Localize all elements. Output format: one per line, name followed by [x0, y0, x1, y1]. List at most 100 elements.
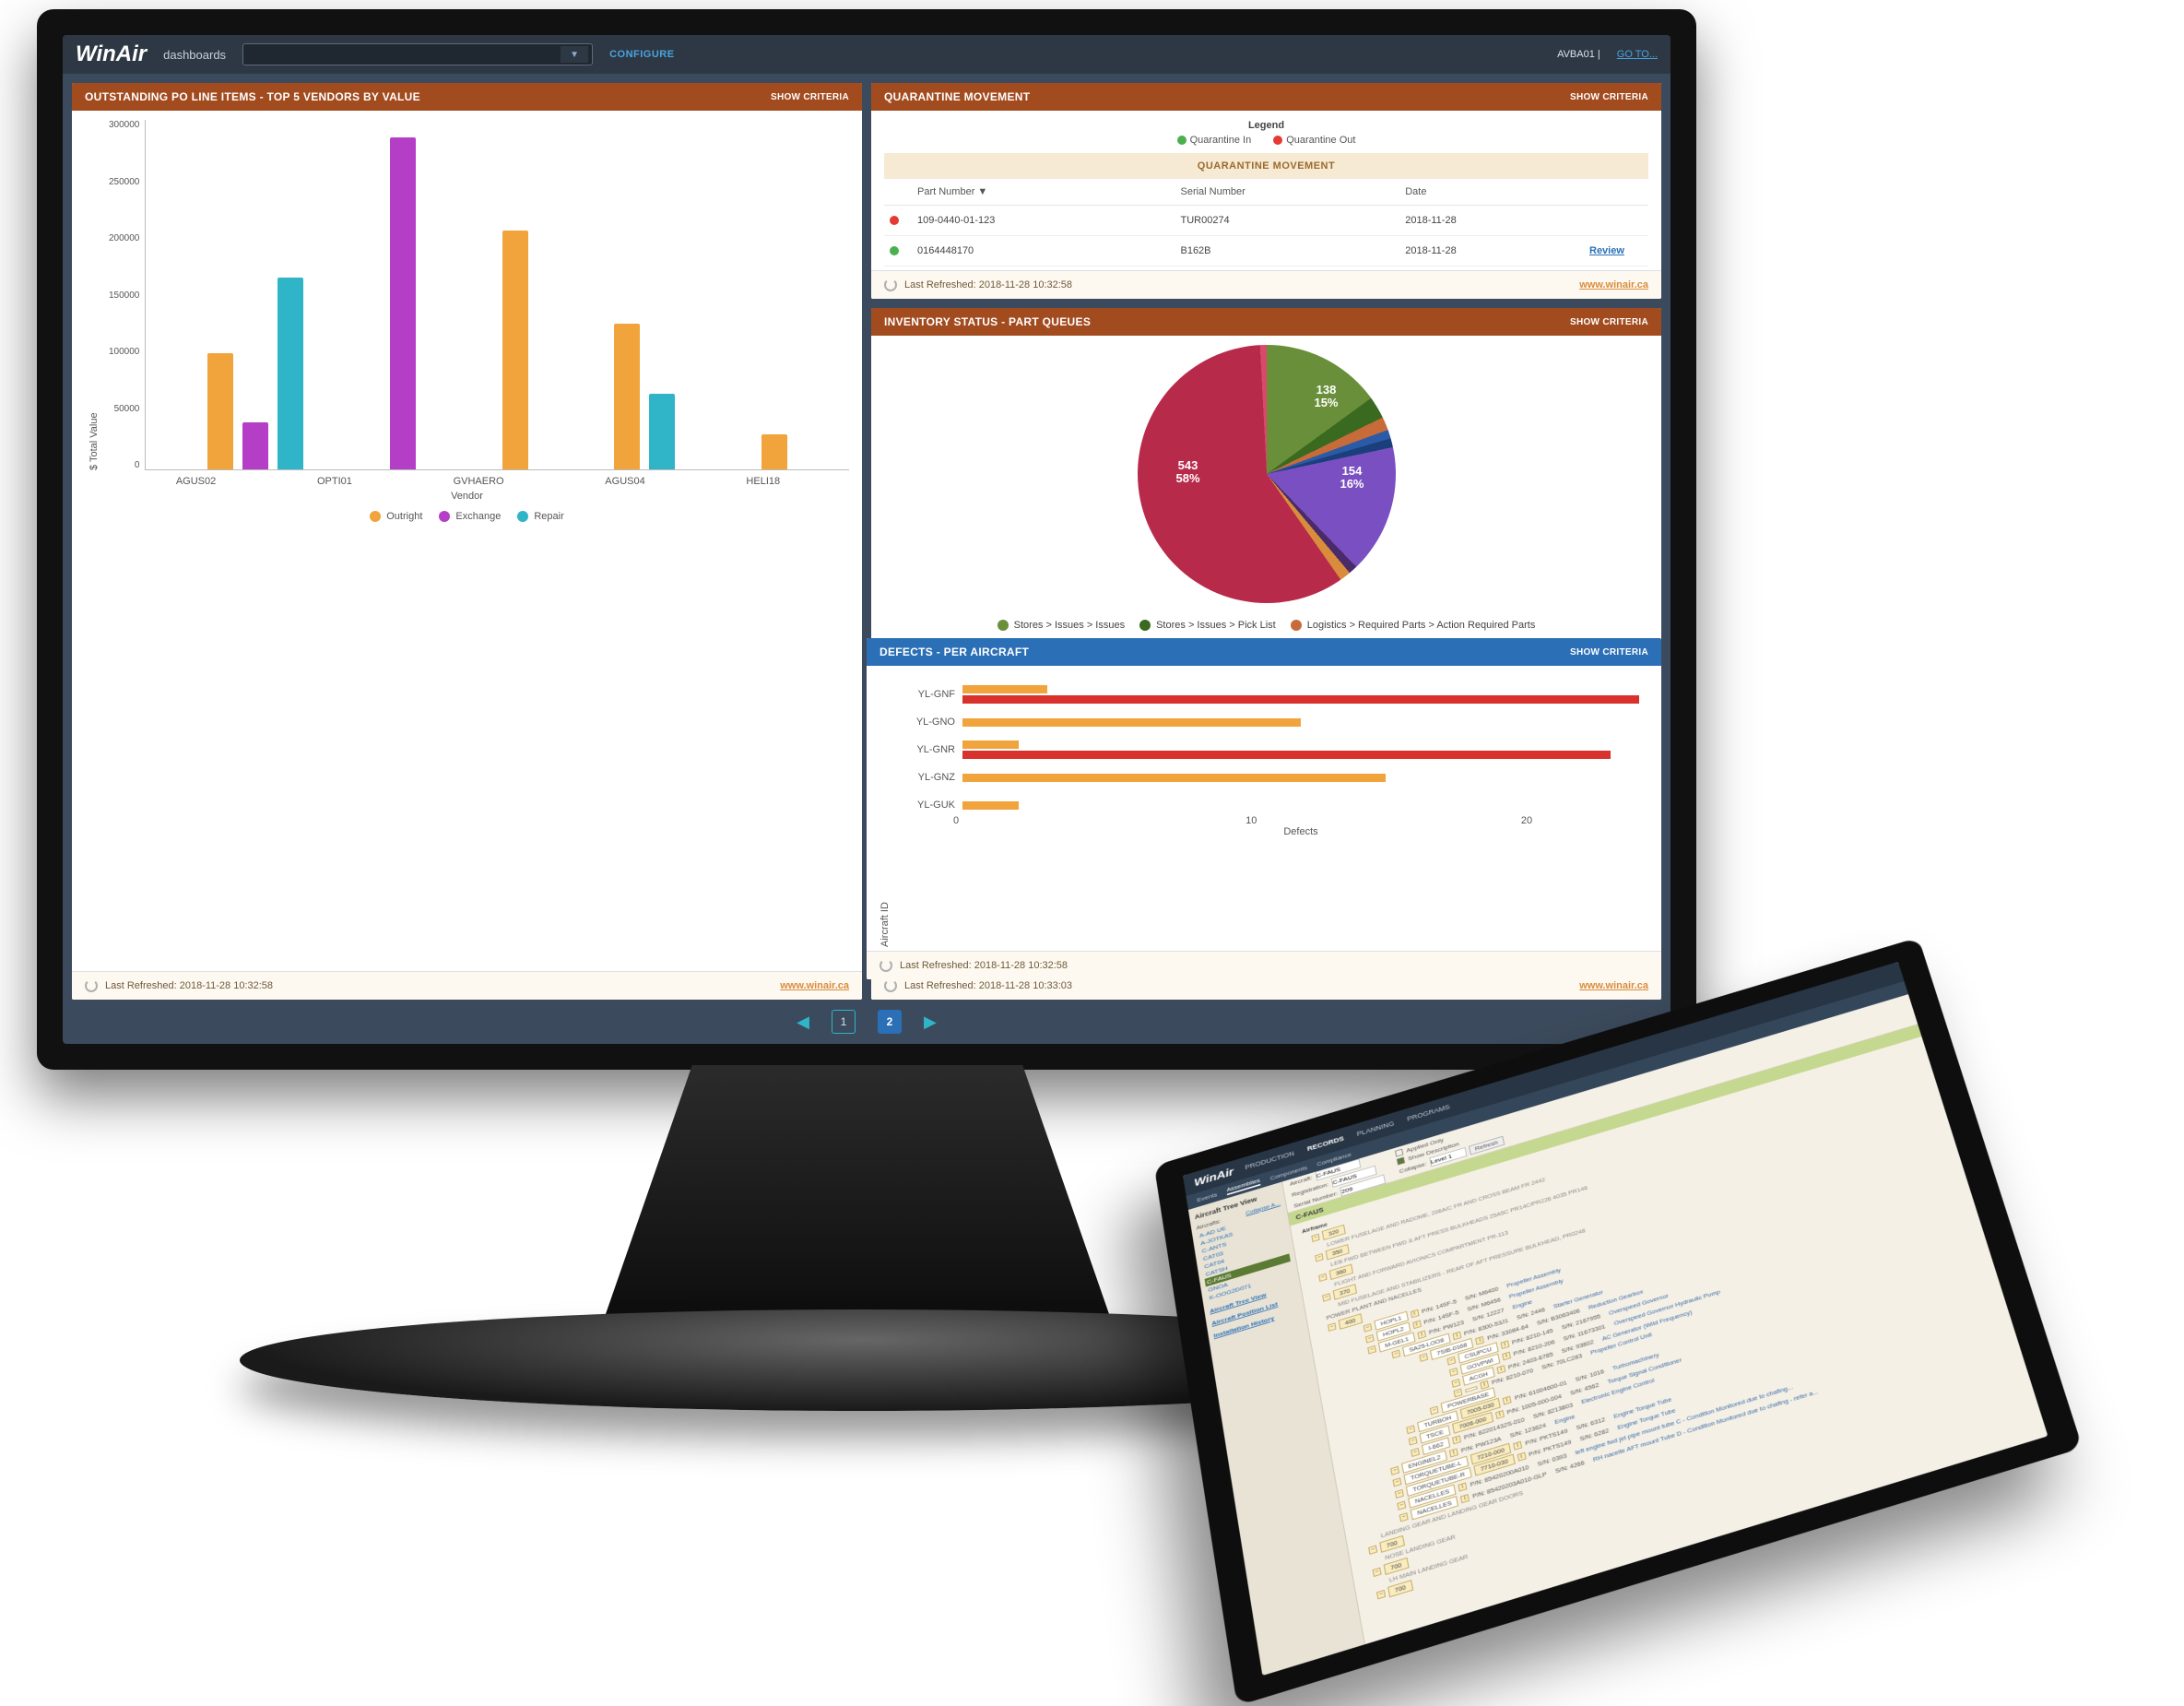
info-icon[interactable]: i — [1513, 1441, 1522, 1451]
winair-link[interactable]: www.winair.ca — [1579, 279, 1648, 290]
show-criteria-link[interactable]: SHOW CRITERIA — [1570, 92, 1648, 102]
info-icon[interactable]: i — [1458, 1482, 1468, 1491]
expand-icon[interactable]: − — [1390, 1466, 1399, 1475]
info-icon[interactable]: i — [1411, 1309, 1420, 1319]
legend-in: Quarantine In — [1177, 135, 1252, 146]
bar[interactable] — [277, 278, 303, 469]
info-icon[interactable]: i — [1496, 1365, 1505, 1374]
last-refreshed: Last Refreshed: 2018-11-28 10:32:58 — [900, 960, 1068, 971]
expand-icon[interactable]: − — [1393, 1477, 1402, 1487]
winair-link[interactable]: www.winair.ca — [1579, 980, 1648, 991]
table-subhead: QUARANTINE MOVEMENT — [884, 153, 1648, 179]
panel-footer: Last Refreshed: 2018-11-28 10:32:58 — [867, 951, 1661, 979]
configure-link[interactable]: CONFIGURE — [609, 49, 675, 60]
expand-icon[interactable]: − — [1430, 1406, 1439, 1416]
refresh-icon[interactable] — [884, 979, 897, 992]
expand-icon[interactable]: − — [1451, 1379, 1460, 1388]
y-axis-label: $ Total Value — [85, 120, 103, 470]
bar[interactable] — [962, 774, 1386, 782]
info-icon[interactable]: i — [1449, 1448, 1458, 1457]
info-icon[interactable]: i — [1417, 1331, 1426, 1340]
expand-icon[interactable]: − — [1367, 1345, 1376, 1355]
info-icon[interactable]: i — [1495, 1410, 1505, 1419]
expand-icon[interactable]: − — [1376, 1590, 1386, 1599]
legend-row: Quarantine In Quarantine Out — [884, 135, 1648, 146]
pager-prev[interactable]: ◀ — [797, 1013, 809, 1032]
expand-icon[interactable]: − — [1446, 1357, 1456, 1366]
expand-icon[interactable]: − — [1315, 1253, 1323, 1262]
panel-title: DEFECTS - PER AIRCRAFT — [880, 646, 1029, 658]
refresh-icon[interactable] — [85, 979, 98, 992]
chevron-down-icon[interactable]: ▼ — [561, 46, 588, 63]
expand-icon[interactable]: − — [1406, 1425, 1415, 1434]
expand-icon[interactable]: − — [1409, 1437, 1418, 1446]
hbar-row: YL-GUK — [900, 795, 1639, 815]
bar[interactable] — [242, 422, 268, 469]
bar[interactable] — [207, 353, 233, 469]
hbar-row: YL-GNR — [900, 740, 1639, 760]
dashboard-select[interactable]: ▼ — [242, 43, 593, 65]
info-icon[interactable]: i — [1502, 1352, 1511, 1361]
checkbox-desc[interactable] — [1397, 1156, 1405, 1165]
bar[interactable] — [649, 394, 675, 469]
info-icon[interactable]: i — [1503, 1396, 1512, 1405]
review-link[interactable]: Review — [1589, 245, 1624, 256]
show-criteria-link[interactable]: SHOW CRITERIA — [1570, 647, 1648, 658]
bar[interactable] — [962, 685, 1047, 693]
panel-title: INVENTORY STATUS - PART QUEUES — [884, 315, 1091, 328]
goto-link[interactable]: GO TO... — [1617, 49, 1658, 60]
expand-icon[interactable]: − — [1373, 1568, 1382, 1577]
info-icon[interactable]: i — [1517, 1452, 1526, 1462]
tablet-body: Aircraft Tree View Aircrafts: Collapse A… — [1188, 994, 2048, 1676]
expand-icon[interactable]: − — [1368, 1546, 1377, 1555]
col-pn[interactable]: Part Number ▼ — [912, 179, 1175, 206]
bar-group — [761, 120, 787, 469]
bar[interactable] — [390, 137, 416, 469]
info-icon[interactable]: i — [1460, 1494, 1470, 1503]
panel-title: OUTSTANDING PO LINE ITEMS - TOP 5 VENDOR… — [85, 90, 420, 103]
expand-icon[interactable]: − — [1419, 1353, 1428, 1362]
panel-header: INVENTORY STATUS - PART QUEUES SHOW CRIT… — [871, 308, 1661, 336]
bar[interactable] — [761, 434, 787, 469]
winair-link[interactable]: www.winair.ca — [780, 980, 849, 991]
panel-header: OUTSTANDING PO LINE ITEMS - TOP 5 VENDOR… — [72, 83, 862, 111]
info-icon[interactable]: i — [1452, 1435, 1461, 1444]
show-criteria-link[interactable]: SHOW CRITERIA — [1570, 317, 1648, 327]
bar[interactable] — [962, 801, 1019, 810]
info-icon[interactable]: i — [1476, 1336, 1485, 1345]
refresh-icon[interactable] — [884, 278, 897, 291]
checkbox-applied[interactable] — [1395, 1149, 1403, 1157]
col-date[interactable]: Date — [1399, 179, 1584, 206]
pager-next[interactable]: ▶ — [924, 1013, 937, 1032]
bar[interactable] — [962, 740, 1019, 749]
bar[interactable] — [614, 324, 640, 469]
pager-page-1[interactable]: 1 — [832, 1010, 856, 1034]
col-sn[interactable]: Serial Number — [1175, 179, 1399, 206]
expand-icon[interactable]: − — [1397, 1501, 1406, 1511]
expand-icon[interactable]: − — [1311, 1234, 1319, 1242]
bar[interactable] — [962, 718, 1301, 727]
info-icon[interactable]: i — [1500, 1340, 1509, 1349]
expand-icon[interactable]: − — [1411, 1448, 1420, 1457]
bar[interactable] — [962, 695, 1639, 704]
table-row[interactable]: 109-0440-01-123 TUR00274 2018-11-28 — [884, 206, 1648, 236]
expand-icon[interactable]: − — [1364, 1323, 1373, 1333]
expand-icon[interactable]: − — [1399, 1512, 1409, 1522]
show-criteria-link[interactable]: SHOW CRITERIA — [771, 92, 849, 102]
expand-icon[interactable]: − — [1322, 1293, 1330, 1301]
table-row[interactable]: 0164448170 B162B 2018-11-28 Review — [884, 236, 1648, 267]
screen: WinAir dashboards ▼ CONFIGURE AVBA01 | G… — [63, 35, 1670, 1044]
pager-page-2[interactable]: 2 — [878, 1010, 902, 1034]
refresh-icon[interactable] — [880, 959, 892, 972]
info-icon[interactable]: i — [1412, 1321, 1422, 1330]
expand-icon[interactable]: − — [1365, 1334, 1375, 1344]
expand-icon[interactable]: − — [1395, 1489, 1404, 1499]
expand-icon[interactable]: − — [1318, 1274, 1327, 1282]
bar[interactable] — [502, 231, 528, 469]
bar[interactable] — [962, 751, 1611, 759]
info-icon[interactable]: i — [1452, 1332, 1461, 1341]
expand-icon[interactable]: − — [1391, 1350, 1400, 1359]
expand-icon[interactable]: − — [1328, 1322, 1337, 1332]
x-axis-label: Vendor — [85, 487, 849, 502]
expand-icon[interactable]: − — [1449, 1368, 1458, 1377]
